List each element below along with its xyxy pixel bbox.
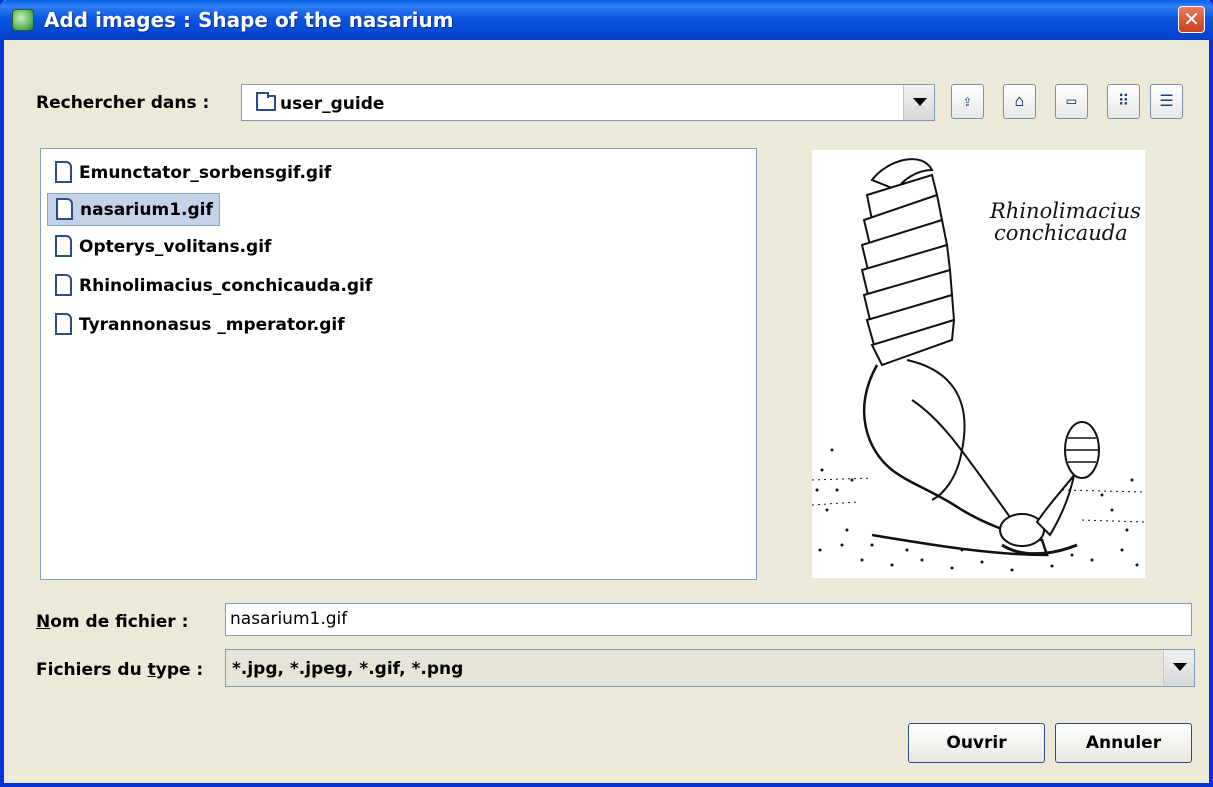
filename-input[interactable]: nasarium1.gif <box>225 603 1192 636</box>
caption-line: Rhinolimacius <box>990 199 1141 223</box>
list-view-icon: ⠿ <box>1117 91 1130 110</box>
filetype-label: Fichiers du type : <box>36 660 203 680</box>
file-name: Opterys_volitans.gif <box>79 237 272 257</box>
home-icon: ⌂ <box>1014 91 1025 110</box>
file-name: Rhinolimacius_conchicauda.gif <box>79 276 373 296</box>
app-icon <box>12 9 34 31</box>
filename-value: nasarium1.gif <box>230 609 348 629</box>
label-text: Fichiers du <box>36 660 148 680</box>
list-view-button[interactable]: ⠿ <box>1107 84 1140 119</box>
close-button[interactable]: ✕ <box>1178 6 1205 33</box>
file-icon <box>55 161 72 183</box>
title-bar[interactable]: Add images : Shape of the nasarium ✕ <box>0 0 1213 40</box>
chevron-down-icon[interactable] <box>1163 650 1194 686</box>
file-chooser-dialog: Add images : Shape of the nasarium ✕ Rec… <box>0 0 1213 787</box>
image-preview: Rhinolimacius conchicauda <box>812 150 1145 578</box>
preview-caption: Rhinolimacius conchicauda <box>990 200 1141 244</box>
filetype-combo[interactable]: *.jpg, *.jpeg, *.gif, *.png <box>225 649 1195 687</box>
details-view-button[interactable]: ☰ <box>1150 84 1183 119</box>
file-icon <box>56 198 73 220</box>
window-title: Add images : Shape of the nasarium <box>44 8 454 32</box>
look-in-value: user_guide <box>280 94 385 114</box>
filename-label: Nom de fichier : <box>36 612 188 632</box>
file-icon <box>55 313 72 335</box>
list-item-selected[interactable]: nasarium1.gif <box>47 193 220 226</box>
open-button[interactable]: Ouvrir <box>908 723 1045 763</box>
file-name: Emunctator_sorbensgif.gif <box>79 163 332 183</box>
cancel-button[interactable]: Annuler <box>1055 723 1192 763</box>
file-name: Tyrannonasus _mperator.gif <box>79 315 345 335</box>
list-item[interactable]: Emunctator_sorbensgif.gif <box>47 157 337 190</box>
up-folder-button[interactable]: ⇪ <box>951 84 984 119</box>
folder-icon <box>256 92 276 111</box>
new-folder-icon: ▭ <box>1066 91 1077 110</box>
up-folder-icon: ⇪ <box>962 91 973 110</box>
mnemonic: t <box>147 660 156 680</box>
file-list[interactable]: Emunctator_sorbensgif.gif nasarium1.gif … <box>40 148 757 580</box>
mnemonic: N <box>36 612 51 632</box>
caption-line: conchicauda <box>994 221 1128 245</box>
list-item[interactable]: Opterys_volitans.gif <box>47 231 277 264</box>
new-folder-button[interactable]: ▭ <box>1055 84 1088 119</box>
details-view-icon: ☰ <box>1159 91 1174 110</box>
list-item[interactable]: Tyrannonasus _mperator.gif <box>47 309 351 342</box>
label-text: om de fichier : <box>50 612 189 632</box>
file-name: nasarium1.gif <box>80 200 213 220</box>
chevron-down-icon[interactable] <box>903 85 934 120</box>
look-in-label: Rechercher dans : <box>36 93 210 113</box>
filetype-value: *.jpg, *.jpeg, *.gif, *.png <box>232 659 464 679</box>
home-button[interactable]: ⌂ <box>1003 84 1036 119</box>
look-in-combo[interactable]: user_guide <box>241 84 935 121</box>
list-item[interactable]: Rhinolimacius_conchicauda.gif <box>47 270 378 303</box>
file-icon <box>55 274 72 296</box>
file-icon <box>55 235 72 257</box>
label-text: ype : <box>155 660 204 680</box>
